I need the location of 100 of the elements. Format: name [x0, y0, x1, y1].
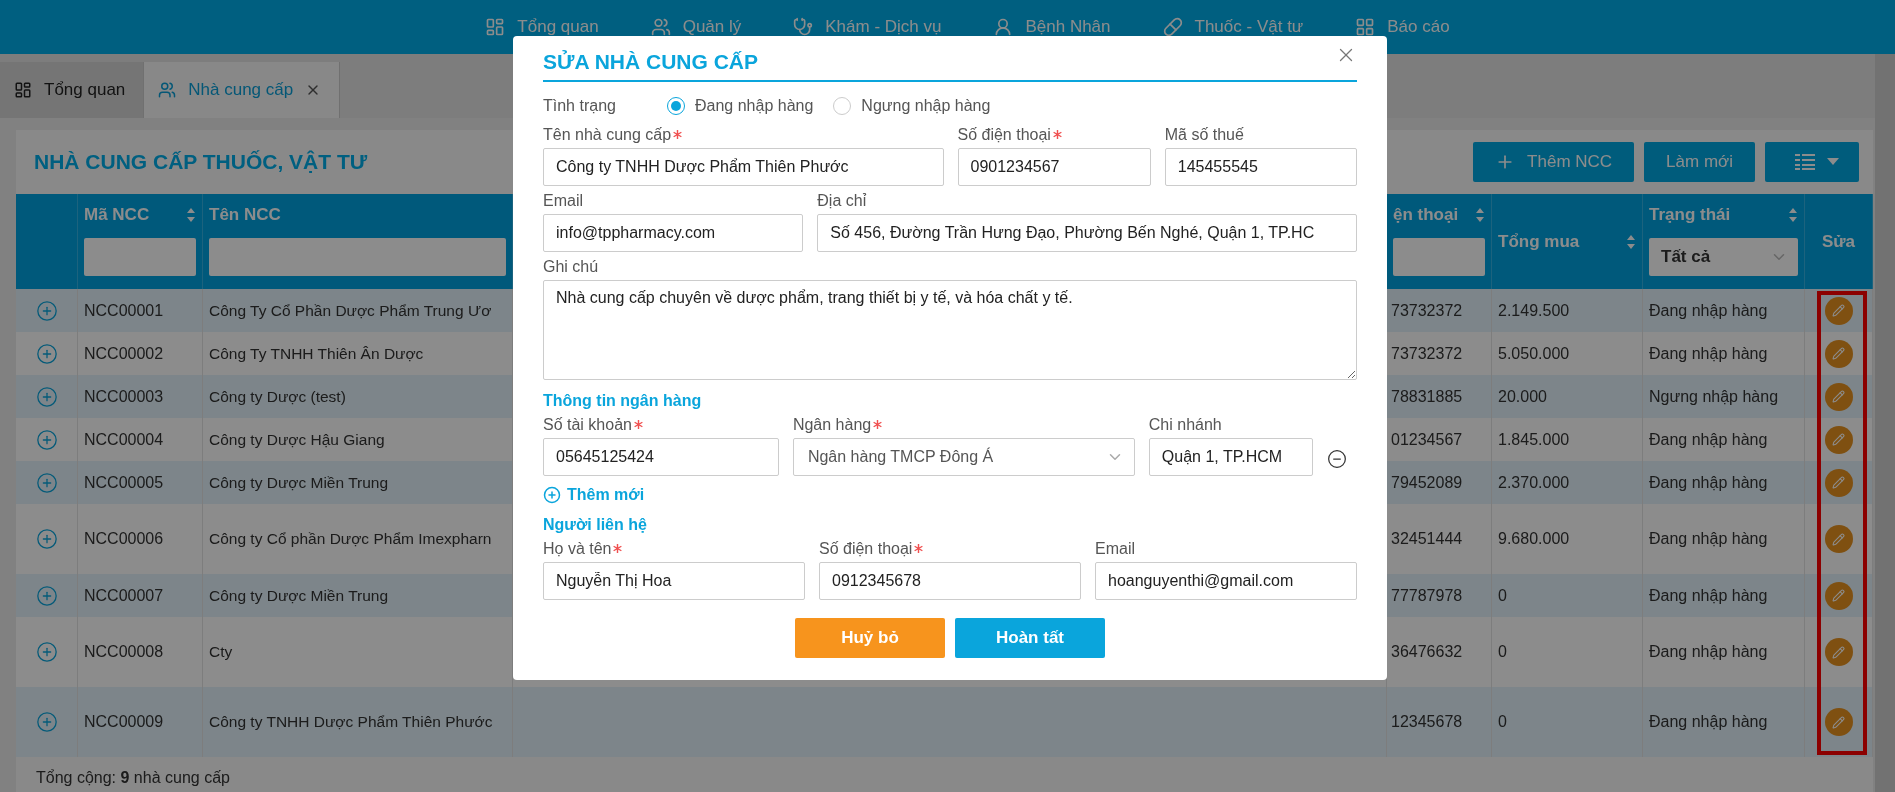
edit-button[interactable] — [1824, 339, 1853, 368]
required-asterisk-icon — [914, 544, 924, 553]
table-cell: Đang nhập hàng — [1649, 430, 1768, 449]
sort-icon[interactable] — [1475, 207, 1485, 223]
filter-field[interactable] — [1393, 238, 1485, 276]
table-cell: Đang nhập hàng — [1649, 530, 1768, 548]
field-label: Mã số thuế — [1164, 126, 1244, 144]
filter-field[interactable] — [209, 238, 506, 276]
required-asterisk-icon — [673, 130, 683, 139]
field-label: Họ và tên — [543, 540, 612, 558]
filter-field[interactable] — [84, 238, 196, 276]
field-label: Chi nhánh — [1148, 416, 1222, 434]
table-cell: 36476632 — [1391, 643, 1463, 661]
list-icon — [1795, 154, 1815, 170]
field-label: Tình trạng — [543, 97, 617, 115]
table-cell: Ngưng nhập hàng — [1649, 387, 1779, 406]
expand-icon[interactable] — [35, 299, 58, 322]
pencil-icon — [1832, 589, 1845, 602]
table-cell: 73732372 — [1391, 301, 1463, 320]
table-cell: 2.149.500 — [1498, 301, 1570, 320]
field-label: Tên nhà cung cấp — [543, 126, 672, 144]
pencil-icon — [1832, 476, 1845, 489]
input-field[interactable]: Số 456, Đường Trần Hưng Đạo, Phường Bến Nghé, Quận 1, TP.HC — [817, 214, 1357, 252]
required-asterisk-icon — [1052, 130, 1062, 139]
edit-button[interactable] — [1824, 581, 1853, 610]
input-field[interactable]: 0912345678 — [819, 562, 1081, 600]
required-asterisk-icon — [873, 420, 883, 429]
input-field[interactable]: 145455545 — [1164, 148, 1357, 186]
sort-icon[interactable] — [1788, 207, 1798, 223]
field-label: Ghi chú — [543, 258, 600, 276]
edit-button[interactable] — [1824, 638, 1853, 666]
bank-dropdown[interactable]: Ngân hàng TMCP Đông Á — [792, 438, 1135, 476]
table-cell: Đang nhập hàng — [1649, 473, 1768, 492]
table-cell: 0 — [1498, 713, 1507, 731]
pencil-icon — [1832, 715, 1845, 729]
dashboard-icon — [14, 81, 32, 99]
pencil-icon — [1832, 433, 1845, 446]
edit-button[interactable] — [1824, 468, 1853, 497]
table-cell: NCC00007 — [84, 586, 164, 605]
input-field[interactable]: Công ty TNHH Dược Phẩm Thiên Phước — [543, 148, 944, 186]
note-field[interactable]: Nhà cung cấp chuyên về dược phẩm, trang thiết bị y tế, và hóa chất y tế. — [543, 280, 1357, 380]
expand-icon[interactable] — [35, 711, 58, 733]
input-field[interactable]: 0901234567 — [957, 148, 1151, 186]
column-title: Trạng thái — [1649, 205, 1731, 225]
total-count: Tổng cộng: 9 nhà cung cấp — [35, 768, 231, 788]
section-title: Người liên hệ — [543, 516, 648, 534]
table-cell: 20.000 — [1498, 387, 1547, 406]
table-cell: NCC00004 — [84, 430, 164, 449]
scrollbar[interactable] — [1875, 54, 1895, 792]
table-cell: Công ty Dược (test) — [209, 387, 346, 406]
table-cell: NCC00003 — [84, 387, 164, 406]
table-cell: Công ty Dược Miền Trung — [209, 586, 389, 605]
table-cell: Công ty TNHH Dược Phẩm Thiên Phước — [209, 713, 493, 731]
table-cell: Công Ty TNHH Thiên Ân Dược — [209, 344, 424, 363]
field-label: Số điện thoại — [957, 126, 1051, 144]
edit-button[interactable] — [1824, 296, 1853, 325]
dashboard-icon — [485, 17, 506, 37]
expand-icon[interactable] — [35, 471, 58, 494]
columns-menu-button[interactable] — [1765, 142, 1859, 182]
pencil-icon — [1832, 532, 1845, 546]
edit-button[interactable] — [1824, 708, 1853, 736]
edit-button[interactable] — [1824, 382, 1853, 411]
expand-icon[interactable] — [35, 428, 58, 451]
edit-button[interactable] — [1824, 425, 1853, 454]
expand-icon[interactable] — [35, 641, 58, 663]
required-asterisk-icon — [613, 544, 623, 553]
table-cell: Đang nhập hàng — [1649, 643, 1768, 661]
field-label: Ngân hàng — [792, 416, 872, 434]
status-filter-dropdown[interactable]: Tất cả — [1649, 238, 1798, 276]
sort-icon[interactable] — [186, 207, 196, 223]
input-field[interactable]: Quận 1, TP.HCM — [1148, 438, 1313, 476]
input-field[interactable]: info@tppharmacy.com — [543, 214, 804, 252]
table-cell: 79452089 — [1391, 473, 1463, 492]
table-cell: Công ty Dược Miền Trung — [209, 473, 389, 492]
expand-icon[interactable] — [35, 584, 58, 607]
table-cell: NCC00008 — [84, 643, 164, 661]
dialog-title: SỬA NHÀ CUNG CẤP — [543, 50, 758, 74]
table-cell: Công ty Dược Hậu Giang — [209, 430, 385, 449]
input-field[interactable]: hoanguyenthi@gmail.com — [1095, 562, 1357, 600]
table-cell: NCC00009 — [84, 713, 164, 731]
sort-icon[interactable] — [1626, 233, 1636, 250]
edit-button[interactable] — [1824, 525, 1853, 553]
caret-icon — [1827, 158, 1839, 166]
field-label: Số điện thoại — [819, 540, 913, 558]
expand-icon[interactable] — [35, 342, 58, 365]
status-radio[interactable]: Ngưng nhập hàng — [833, 97, 991, 115]
table-cell: Đang nhập hàng — [1649, 586, 1768, 605]
tab[interactable]: Tổng quan — [0, 62, 145, 118]
expand-icon[interactable] — [35, 528, 58, 550]
table-cell: NCC00001 — [84, 301, 164, 320]
field-label: Số tài khoản — [543, 416, 632, 434]
input-field[interactable]: 05645125424 — [543, 438, 779, 476]
column-title: Mã NCC — [84, 205, 150, 225]
table-cell: 9.680.000 — [1498, 530, 1570, 548]
table-cell: 12345678 — [1391, 713, 1463, 731]
table-cell: NCC00005 — [84, 473, 164, 492]
table-cell: Đang nhập hàng — [1649, 344, 1768, 363]
status-radio[interactable]: Đang nhập hàng — [667, 97, 814, 115]
expand-icon[interactable] — [35, 385, 58, 408]
input-field[interactable]: Nguyễn Thị Hoa — [543, 562, 805, 600]
